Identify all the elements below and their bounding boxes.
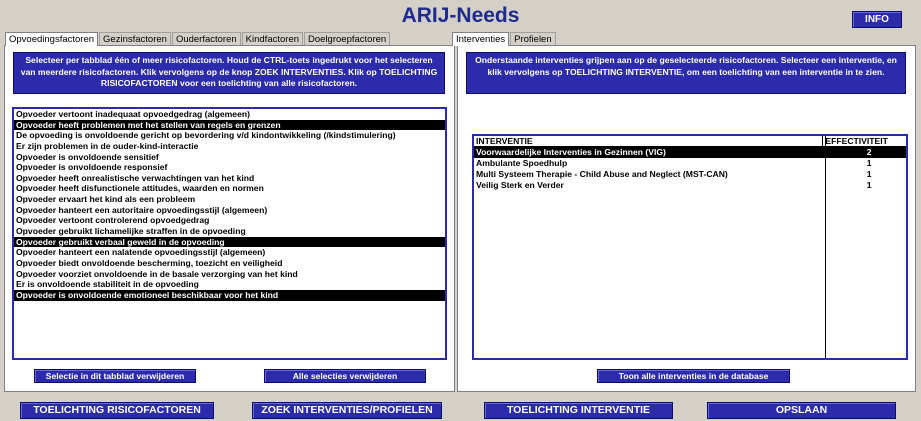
intervention-row[interactable]: Voorwaardelijke Interventies in Gezinnen… bbox=[474, 147, 906, 158]
intervention-row[interactable]: Multi Systeem Therapie - Child Abuse and… bbox=[474, 169, 906, 180]
app-window: ARIJ-Needs INFO Opvoedingsfactoren Gezin… bbox=[0, 0, 921, 421]
tab-profielen[interactable]: Profielen bbox=[510, 32, 556, 46]
intervention-effectiveness: 2 bbox=[866, 147, 872, 157]
risk-factor-item[interactable]: Opvoeder vertoont inadequaat opvoedgedra… bbox=[14, 109, 445, 120]
risk-factor-item[interactable]: Opvoeder is onvoldoende responsief bbox=[14, 162, 445, 173]
risk-factor-item[interactable]: Opvoeder gebruikt verbaal geweld in de o… bbox=[14, 236, 445, 248]
explain-intervention-button[interactable]: TOELICHTING INTERVENTIE bbox=[484, 402, 673, 419]
save-button[interactable]: OPSLAAN bbox=[707, 402, 896, 419]
show-all-interventions-button[interactable]: Toon alle interventies in de database bbox=[597, 369, 790, 383]
search-interventions-button[interactable]: ZOEK INTERVENTIES/PROFIELEN bbox=[252, 402, 442, 419]
risk-factor-item[interactable]: Opvoeder heeft disfunctionele attitudes,… bbox=[14, 183, 445, 194]
risk-factor-item[interactable]: Opvoeder heeft onrealistische verwachtin… bbox=[14, 173, 445, 184]
risk-factor-item[interactable]: Opvoeder is onvoldoende emotioneel besch… bbox=[14, 289, 445, 301]
risk-factor-item[interactable]: Opvoeder vertoont controlerend opvoedged… bbox=[14, 215, 445, 226]
grid-column-divider bbox=[825, 136, 826, 358]
intervention-name: Voorwaardelijke Interventies in Gezinnen… bbox=[476, 147, 666, 157]
tab-interventies[interactable]: Interventies bbox=[452, 32, 510, 46]
risk-factor-item[interactable]: Opvoeder ervaart het kind als een proble… bbox=[14, 194, 445, 205]
intervention-row[interactable]: Veilig Sterk en Verder 1 bbox=[474, 180, 906, 191]
tab-gezinsfactoren[interactable]: Gezinsfactoren bbox=[99, 32, 171, 46]
right-tabbar: Interventies Profielen bbox=[452, 32, 557, 46]
risk-factor-item[interactable]: Opvoeder hanteert een nalatende opvoedin… bbox=[14, 247, 445, 258]
intervention-name: Multi Systeem Therapie - Child Abuse and… bbox=[476, 169, 728, 179]
header-interventie[interactable]: INTERVENTIE bbox=[474, 136, 822, 146]
header-effectiviteit[interactable]: EFFECTIVITEIT bbox=[822, 136, 906, 146]
intervention-effectiveness: 1 bbox=[866, 180, 872, 190]
risk-factor-list[interactable]: Opvoeder vertoont inadequaat opvoedgedra… bbox=[12, 107, 447, 360]
risk-factor-item[interactable]: Er zijn problemen in de ouder-kind-inter… bbox=[14, 141, 445, 152]
clear-tab-selection-button[interactable]: Selectie in dit tabblad verwijderen bbox=[34, 369, 196, 383]
risk-factor-instructions: Selecteer per tabblad één of meer risico… bbox=[13, 52, 445, 94]
intervention-row[interactable]: Ambulante Spoedhulp 1 bbox=[474, 158, 906, 169]
left-tabbar: Opvoedingsfactoren Gezinsfactoren Ouderf… bbox=[5, 32, 391, 46]
risk-factor-item[interactable]: Opvoeder hanteert een autoritaire opvoed… bbox=[14, 205, 445, 216]
risk-factor-item[interactable]: Opvoeder biedt onvoldoende bescherming, … bbox=[14, 258, 445, 269]
tab-kindfactoren[interactable]: Kindfactoren bbox=[241, 32, 304, 46]
tab-opvoedingsfactoren[interactable]: Opvoedingsfactoren bbox=[5, 32, 99, 46]
info-button[interactable]: INFO bbox=[852, 11, 902, 28]
app-title: ARIJ-Needs bbox=[401, 4, 520, 27]
intervention-name: Veilig Sterk en Verder bbox=[476, 180, 564, 190]
intervention-name: Ambulante Spoedhulp bbox=[476, 158, 568, 168]
intervention-effectiveness: 1 bbox=[866, 169, 872, 179]
tab-ouderfactoren[interactable]: Ouderfactoren bbox=[171, 32, 241, 46]
risk-factor-item[interactable]: Opvoeder voorziet onvoldoende in de basa… bbox=[14, 269, 445, 280]
risk-factor-item[interactable]: Er is onvoldoende stabiliteit in de opvo… bbox=[14, 279, 445, 290]
intervention-instructions: Onderstaande interventies grijpen aan op… bbox=[466, 52, 906, 94]
intervention-grid[interactable]: INTERVENTIE EFFECTIVITEIT Voorwaardelijk… bbox=[472, 134, 908, 360]
risk-factor-item[interactable]: Opvoeder gebruikt lichamelijke straffen … bbox=[14, 226, 445, 237]
risk-factor-item[interactable]: De opvoeding is onvoldoende gericht op b… bbox=[14, 130, 445, 141]
explain-risk-factors-button[interactable]: TOELICHTING RISICOFACTOREN bbox=[20, 402, 214, 419]
tab-doelgroepfactoren[interactable]: Doelgroepfactoren bbox=[304, 32, 391, 46]
intervention-effectiveness: 1 bbox=[866, 158, 872, 168]
clear-all-selections-button[interactable]: Alle selecties verwijderen bbox=[264, 369, 426, 383]
grid-header: INTERVENTIE EFFECTIVITEIT bbox=[474, 136, 906, 147]
risk-factor-item[interactable]: Opvoeder is onvoldoende sensitief bbox=[14, 152, 445, 163]
risk-factor-item[interactable]: Opvoeder heeft problemen met het stellen… bbox=[14, 119, 445, 131]
